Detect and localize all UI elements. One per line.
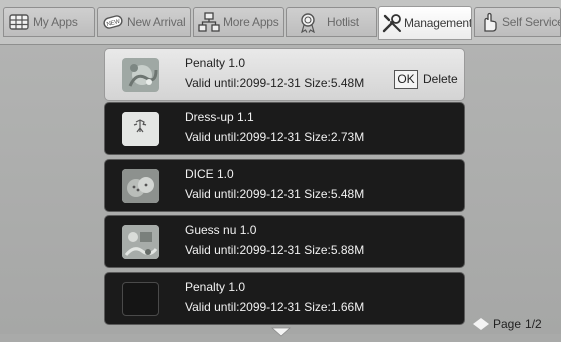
- app-details: Valid until:2099-12-31 Size:5.88M: [185, 243, 365, 257]
- app-details: Valid until:2099-12-31 Size:1.66M: [185, 300, 365, 314]
- app-list-item-penalty-2[interactable]: Penalty 1.0 Valid until:2099-12-31 Size:…: [104, 272, 465, 325]
- tab-hotlist[interactable]: Hotlist: [286, 7, 377, 37]
- app-thumbnail: [122, 282, 159, 316]
- app-name: Penalty 1.0: [185, 280, 246, 294]
- app-list-item-penalty[interactable]: Penalty 1.0 Valid until:2099-12-31 Size:…: [104, 48, 465, 101]
- tab-self-service[interactable]: Self Service: [474, 7, 561, 37]
- app-name: Penalty 1.0: [185, 56, 246, 70]
- next-page-icon[interactable]: [481, 318, 489, 330]
- tab-label: Management: [404, 16, 472, 30]
- app-name: DICE 1.0: [185, 167, 234, 181]
- app-thumbnail: [122, 225, 159, 259]
- network-icon: [198, 11, 220, 33]
- tab-management[interactable]: Management: [378, 6, 472, 40]
- app-details: Valid until:2099-12-31 Size:2.73M: [185, 130, 365, 144]
- tools-icon: [381, 12, 403, 34]
- page-arrows[interactable]: [473, 318, 489, 330]
- tab-label: Self Service: [502, 15, 561, 29]
- app-management-list: Penalty 1.0 Valid until:2099-12-31 Size:…: [0, 45, 561, 334]
- tab-new-arrival[interactable]: NEW New Arrival: [97, 7, 191, 37]
- tab-label: New Arrival: [127, 15, 186, 29]
- scroll-down-arrow-icon[interactable]: [270, 324, 292, 337]
- previous-page-icon[interactable]: [473, 318, 481, 330]
- app-list-item-guess-number[interactable]: Guess nu 1.0 Valid until:2099-12-31 Size…: [104, 215, 465, 268]
- app-details: Valid until:2099-12-31 Size:5.48M: [185, 76, 365, 90]
- page-indicator: Page 1/2: [473, 317, 542, 331]
- app-details: Valid until:2099-12-31 Size:5.48M: [185, 187, 365, 201]
- app-list-item-dress-up[interactable]: Dress-up 1.1 Valid until:2099-12-31 Size…: [104, 102, 465, 155]
- delete-button[interactable]: Delete: [423, 70, 458, 89]
- app-thumbnail: [122, 112, 159, 146]
- page-number: 1/2: [525, 317, 542, 331]
- app-list-item-dice[interactable]: DICE 1.0 Valid until:2099-12-31 Size:5.4…: [104, 159, 465, 212]
- app-thumbnail: [122, 58, 159, 92]
- app-thumbnail: [122, 169, 159, 203]
- grid-icon: [8, 11, 30, 33]
- app-name: Guess nu 1.0: [185, 223, 257, 237]
- tab-my-apps[interactable]: My Apps: [3, 7, 95, 37]
- new-badge-icon: NEW: [102, 11, 124, 33]
- award-icon: [297, 11, 319, 33]
- tab-bar: My Apps NEW New Arrival More Apps Hotlis…: [0, 0, 561, 45]
- tab-label: My Apps: [33, 15, 78, 29]
- tab-label: Hotlist: [327, 15, 359, 29]
- tab-label: More Apps: [223, 15, 279, 29]
- tab-more-apps[interactable]: More Apps: [193, 7, 284, 37]
- app-name: Dress-up 1.1: [185, 110, 254, 124]
- page-label: Page: [493, 317, 522, 331]
- ok-button[interactable]: OK: [394, 70, 418, 89]
- hand-icon: [478, 11, 500, 33]
